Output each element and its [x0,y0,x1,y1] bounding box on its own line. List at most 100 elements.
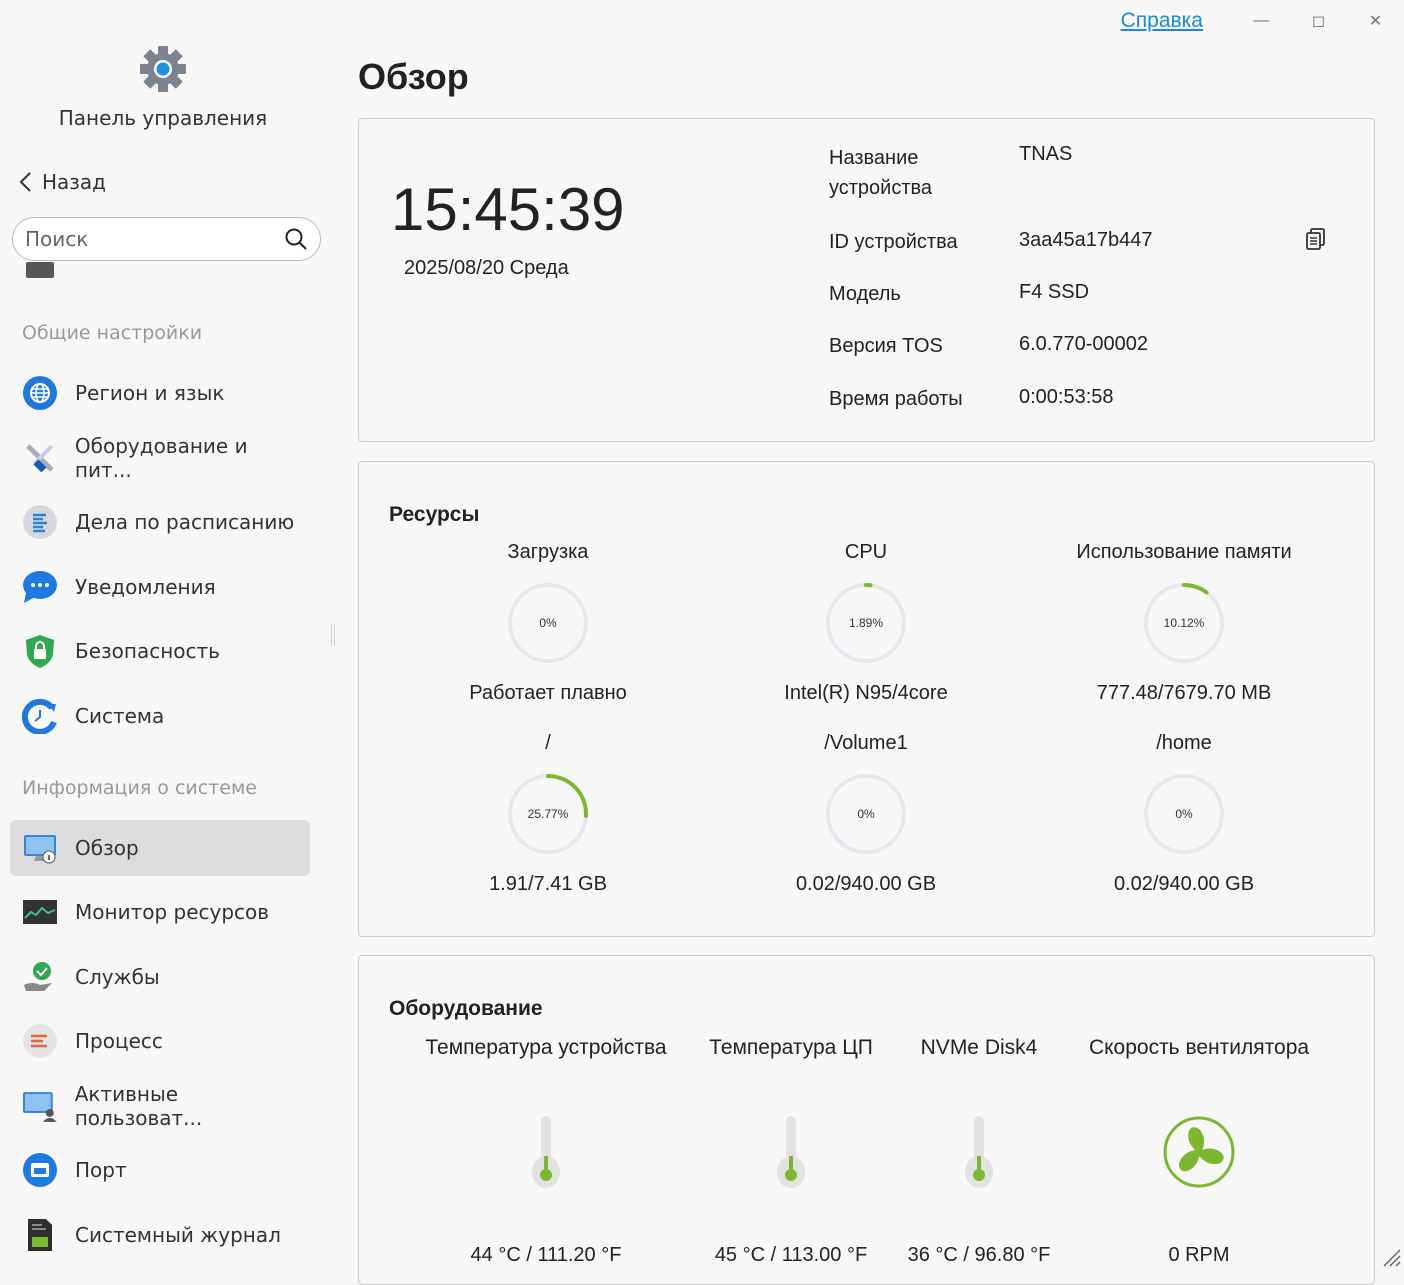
sidebar-item[interactable]: Процесс [10,1013,310,1069]
gauge-title: /home [1156,732,1212,754]
monitor-info-icon [24,835,56,864]
sidebar-item-label: Системный журнал [75,1223,281,1247]
sidebar-item-label: Порт [75,1158,127,1182]
sidebar-item[interactable]: Монитор ресурсов [10,884,310,940]
info-value: 3aa45a17b447 [1019,229,1153,251]
thermometer-icon [777,1116,805,1188]
services-icon [24,962,52,991]
gauge-percent: 10.12% [1163,616,1205,630]
port-icon [23,1153,57,1187]
info-label: Название устройства [829,147,933,199]
window-resize-grip[interactable] [1378,1244,1402,1268]
window-titlebar: Справка — ◻ ✕ [1121,6,1404,36]
sidebar-item-label: Регион и язык [75,381,225,405]
info-value: F4 SSD [1019,281,1090,303]
hardware-card: Оборудование Температура устройства 44 °… [358,955,1375,1285]
chat-bubble-icon [23,571,57,603]
search-icon[interactable] [284,227,308,251]
chevron-left-icon [19,172,31,192]
page-title: Обзор [358,56,469,97]
clock-date: 2025/08/20 Среда [404,257,569,279]
sidebar-item-label: Уведомления [75,575,216,599]
resources-card: Ресурсы Загрузка 0% Работает плавно CPU 1… [358,461,1375,937]
section-general-settings: Общие настройки [22,322,203,344]
gauge-title: CPU [844,541,888,563]
gauge-title: / [545,732,551,754]
section-system-info: Информация о системе [22,777,257,799]
sidebar-item[interactable]: Порт [10,1142,310,1198]
gauge-detail: 1.91/7.41 GB [489,873,607,895]
sidebar-item-label: Службы [75,965,160,989]
tools-icon [26,444,54,473]
gauge-detail: 0.02/940.00 GB [1113,873,1255,895]
sidebar-item[interactable]: Уведомления [10,559,310,615]
globe-icon [23,376,57,410]
sidebar-item[interactable]: Оборудование и пит... [10,430,310,486]
system-clock-icon [22,698,57,734]
thermometer-icon [532,1116,560,1188]
thermometer-icon [965,1116,993,1188]
clock-time: 15:45:39 [391,176,625,243]
resources-title: Ресурсы [389,503,480,526]
hardware-value: 0 RPM [1168,1244,1230,1266]
maximize-icon[interactable]: ◻ [1290,11,1347,31]
fan-icon [1163,1116,1235,1188]
schedule-list-icon [23,505,57,539]
sidebar-item[interactable]: Активные пользоват... [10,1078,310,1134]
gauge-detail: Работает плавно [469,682,627,704]
sidebar-item[interactable]: Система [10,688,310,744]
sidebar: Панель управления Назад Общие настройки … [0,0,340,1270]
gauge-detail: 777.48/7679.70 MB [1096,682,1272,704]
hardware-title: Оборудование [389,997,543,1020]
gauge-percent: 1.89% [848,616,884,630]
sidebar-item[interactable]: Дела по расписанию [10,494,310,550]
close-icon[interactable]: ✕ [1347,11,1404,31]
sidebar-item-label: Дела по расписанию [75,510,295,534]
hardware-label: Скорость вентилятора [1088,1036,1310,1059]
info-label: Время работы [829,388,963,410]
info-value: 0:00:53:58 [1019,386,1114,408]
gauge-detail: Intel(R) N95/4core [784,682,948,704]
info-label: ID устройства [829,231,958,253]
gauge-detail: 0.02/940.00 GB [795,873,937,895]
system-log-icon [28,1219,52,1251]
info-value: TNAS [1019,143,1073,165]
sidebar-item[interactable]: Безопасность [10,623,310,679]
shield-lock-icon [26,635,54,668]
gauge-title: /Volume1 [824,732,908,754]
sidebar-item-label: Монитор ресурсов [75,900,270,924]
gauge: 0% [824,772,908,856]
help-link[interactable]: Справка [1121,9,1203,33]
sidebar-item[interactable]: Обзор [10,820,310,876]
back-button[interactable]: Назад [18,170,106,194]
sidebar-item-label: Оборудование и пит... [74,434,248,482]
gauge-title: Использование памяти [1076,541,1292,563]
gauge: 0% [506,581,590,665]
resource-monitor-icon [23,900,57,924]
device-info-card: 15:45:39 2025/08/20 Среда Название устро… [358,118,1375,442]
sidebar-resize-handle[interactable] [331,624,335,646]
info-label: Модель [829,283,901,305]
sidebar-item-label: Система [75,704,165,728]
sidebar-item[interactable]: Службы [10,949,310,1005]
copy-icon[interactable] [1305,227,1327,251]
process-icon [23,1024,57,1058]
minimize-icon[interactable]: — [1233,12,1290,30]
search-input[interactable] [25,227,284,251]
gear-icon [140,46,186,92]
active-users-icon [22,1092,57,1122]
sidebar-item-label: Процесс [75,1029,163,1053]
gauge-percent: 25.77% [527,807,569,821]
app-title: Панель управления [58,106,268,130]
sidebar-item-label: Активные пользоват... [74,1082,203,1130]
sidebar-item[interactable]: Системный журнал [10,1207,310,1263]
sidebar-item[interactable]: Регион и язык [10,365,310,421]
gauge-percent: 0% [857,807,875,821]
gauge-percent: 0% [1175,807,1193,821]
gauge-title: Загрузка [507,541,589,563]
gauge: 1.89% [824,581,908,665]
back-label: Назад [42,170,107,194]
gauge: 10.12% [1142,581,1226,665]
info-value: 6.0.770-00002 [1019,333,1149,355]
gauge-percent: 0% [539,616,557,630]
